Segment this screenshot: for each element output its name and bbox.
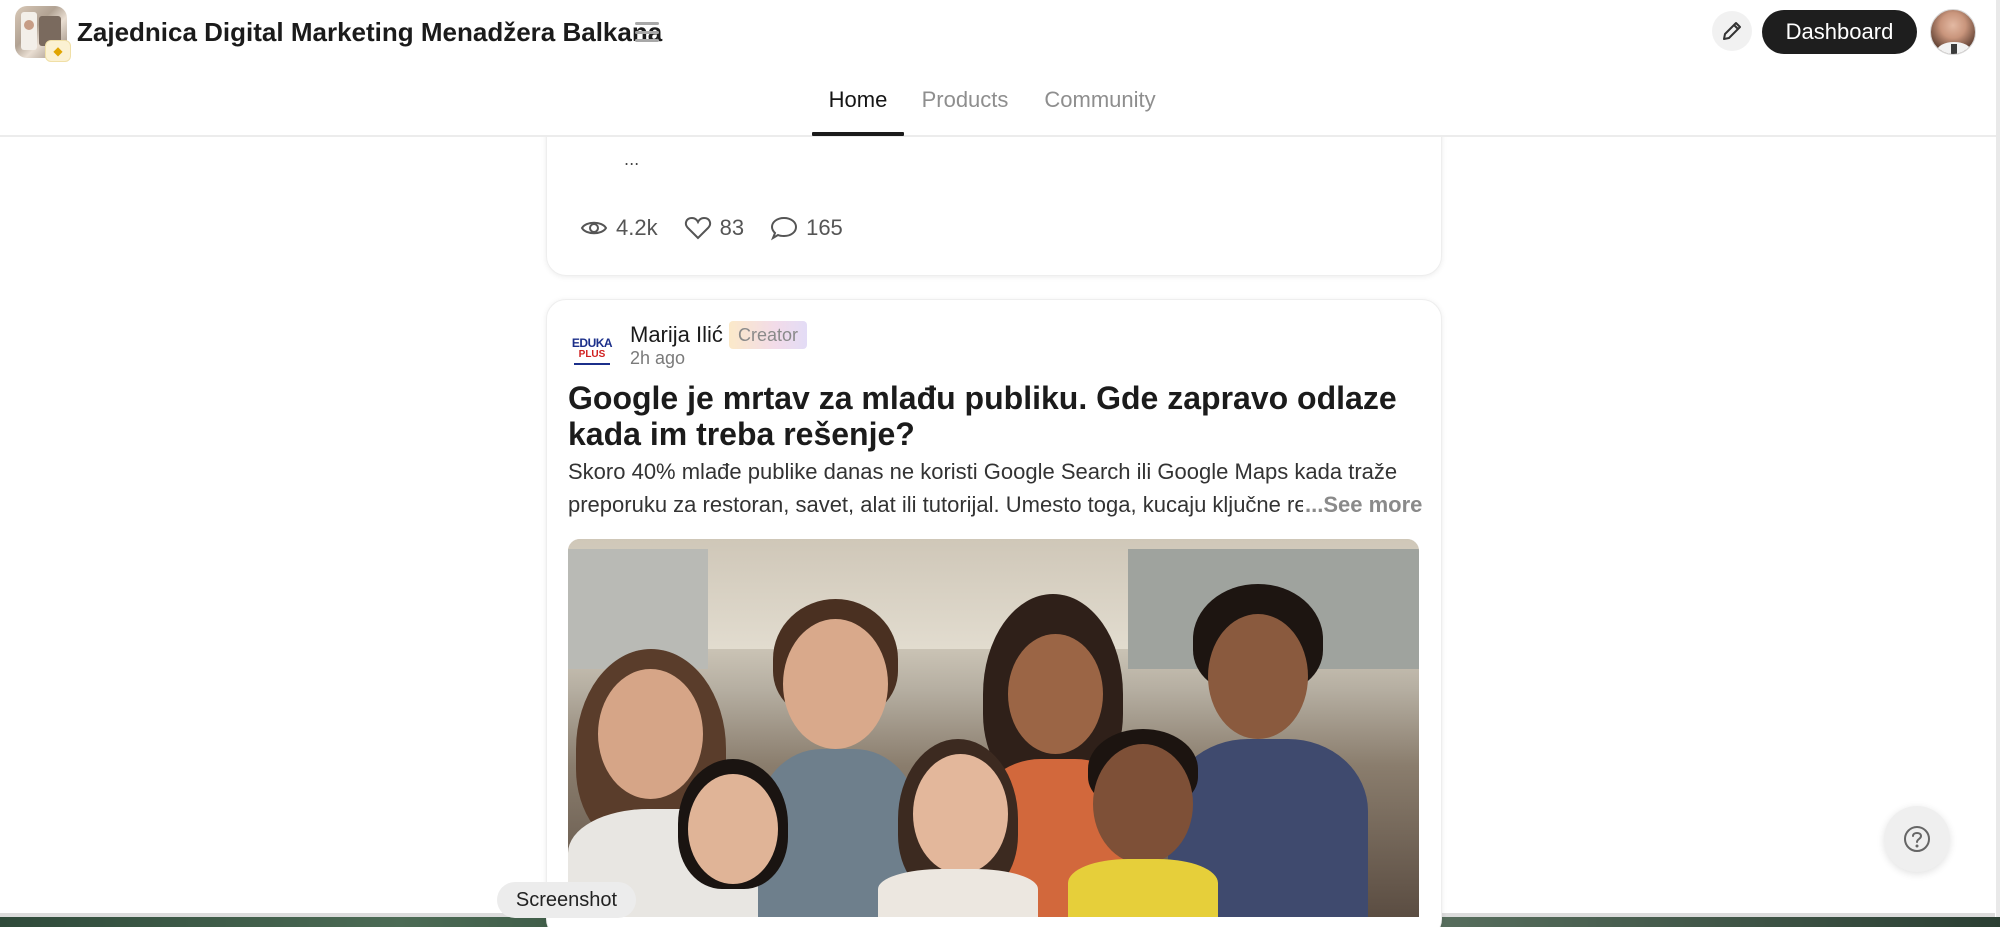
creator-badge: Creator [729, 321, 807, 349]
screenshot-button[interactable]: Screenshot [497, 882, 636, 918]
image-person-face [783, 619, 888, 749]
comment-icon [771, 216, 798, 241]
likes-count: 83 [719, 215, 745, 240]
avatar-tie [1951, 44, 1957, 54]
menu-line [635, 30, 659, 34]
views-count: 4.2k [616, 215, 658, 240]
top-header: ◆ Zajednica Digital Marketing Menadžera … [0, 0, 1996, 137]
eye-icon [580, 221, 608, 235]
tab-community[interactable]: Community [1030, 80, 1170, 137]
user-avatar[interactable] [1930, 9, 1976, 55]
post-title[interactable]: Google je mrtav za mlađu publiku. Gde za… [568, 380, 1428, 452]
help-button[interactable] [1884, 806, 1950, 872]
post-body: Skoro 40% mlađe publike danas ne koristi… [568, 455, 1418, 521]
previous-post-truncation: ... [624, 150, 640, 169]
menu-line [635, 39, 659, 42]
image-person-face [598, 669, 703, 799]
tab-products[interactable]: Products [910, 80, 1020, 137]
main-nav-tabs: Home Products Community [0, 80, 1996, 137]
views-stat: 4.2k [580, 215, 658, 241]
image-person-face [1093, 744, 1193, 864]
see-more-link[interactable]: ...See more [1303, 488, 1423, 521]
question-circle-icon [1904, 826, 1930, 852]
author-name[interactable]: Marija Ilić [630, 320, 723, 350]
image-person-face [913, 754, 1008, 874]
menu-line [635, 22, 659, 25]
tab-home[interactable]: Home [812, 80, 904, 137]
image-person-face [1208, 614, 1308, 739]
author-logo-text: EDUKA [571, 336, 613, 350]
post-stats: 4.2k 83 165 [580, 212, 869, 244]
image-person-face [1008, 634, 1103, 754]
comments-count: 165 [806, 215, 843, 240]
active-tab-indicator [812, 132, 904, 136]
image-person-face [688, 774, 778, 884]
community-title[interactable]: Zajednica Digital Marketing Menadžera Ba… [77, 14, 662, 50]
hamburger-icon[interactable] [633, 20, 661, 44]
heart-icon [684, 216, 711, 240]
dashboard-button[interactable]: Dashboard [1762, 10, 1917, 54]
post-image[interactable] [568, 539, 1419, 917]
likes-stat[interactable]: 83 [684, 215, 744, 241]
comments-stat[interactable]: 165 [770, 215, 843, 241]
pencil-icon [1723, 22, 1741, 40]
window-edge [1996, 0, 2000, 927]
author-logo-subtext: PLUS [578, 349, 606, 360]
edit-button[interactable] [1712, 11, 1752, 51]
logo-face [24, 20, 34, 30]
image-person-shirt [1068, 859, 1218, 917]
post-timestamp: 2h ago [630, 348, 686, 368]
diamond-icon: ◆ [45, 40, 71, 62]
author-logo-underline [574, 363, 610, 365]
post-body-line: Skoro 40% mlađe publike danas ne koristi… [568, 459, 1398, 484]
post-body-line: preporuku za restoran, savet, alat ili t… [568, 492, 1303, 517]
image-person-shirt [878, 869, 1038, 917]
logo-panel [21, 12, 37, 50]
author-avatar[interactable]: EDUKA PLUS [568, 327, 616, 375]
